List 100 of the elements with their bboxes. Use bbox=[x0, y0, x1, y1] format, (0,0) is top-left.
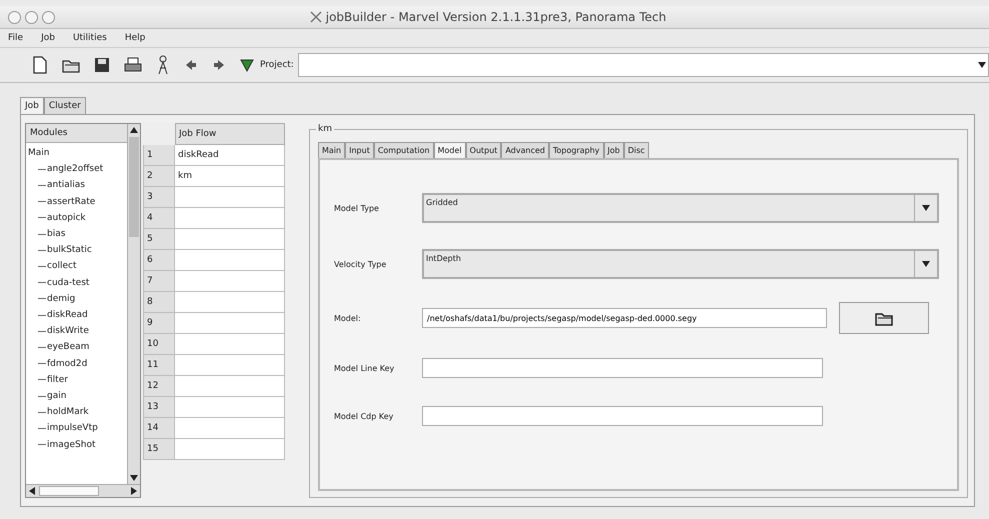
row-number: 13 bbox=[143, 397, 175, 418]
menu-item[interactable]: Help bbox=[124, 33, 146, 43]
table-cell[interactable] bbox=[175, 229, 285, 250]
column-header: Job Flow bbox=[175, 123, 285, 145]
dropdown[interactable]: Gridded bbox=[422, 193, 939, 223]
menu-item[interactable]: Utilities bbox=[72, 33, 107, 43]
tab[interactable]: Output bbox=[466, 142, 502, 159]
field-label: Model: bbox=[334, 314, 362, 322]
tab[interactable]: Job bbox=[604, 142, 624, 159]
row-number: 15 bbox=[143, 439, 175, 460]
table-cell[interactable] bbox=[175, 376, 285, 397]
tree-item[interactable]: impulseVtp bbox=[47, 420, 98, 437]
window-title: jobBuilder - Marvel Version 2.1.1.31pre3, Panorama Tech bbox=[326, 10, 666, 24]
x-logo-icon bbox=[310, 11, 322, 23]
tab[interactable]: Topography bbox=[548, 142, 604, 159]
table-cell[interactable] bbox=[175, 355, 285, 376]
menu-item[interactable]: Job bbox=[41, 33, 55, 43]
tree-item[interactable]: holdMark bbox=[47, 404, 89, 420]
tab[interactable]: Job bbox=[20, 97, 44, 115]
table-cell[interactable] bbox=[175, 271, 285, 292]
tree-item[interactable]: imageShot bbox=[47, 436, 96, 453]
row-number: 3 bbox=[143, 187, 175, 208]
tree-item[interactable]: demig bbox=[47, 290, 76, 308]
row-number: 10 bbox=[143, 334, 175, 355]
table-cell[interactable] bbox=[175, 439, 285, 460]
project-dropdown[interactable] bbox=[298, 53, 989, 77]
table-cell[interactable] bbox=[175, 418, 285, 439]
table-cell[interactable] bbox=[175, 334, 285, 355]
row-number: 1 bbox=[143, 145, 175, 166]
table-cell[interactable] bbox=[175, 187, 285, 208]
tab[interactable]: Advanced bbox=[501, 142, 549, 159]
scroll-thumb[interactable] bbox=[39, 486, 99, 496]
table-cell[interactable]: diskRead bbox=[175, 145, 285, 166]
tree-item[interactable]: bulkStatic bbox=[47, 242, 92, 258]
table-cell[interactable]: km bbox=[175, 166, 285, 187]
field-label: Model Type bbox=[334, 204, 380, 212]
row-number: 4 bbox=[143, 208, 175, 229]
tree-item[interactable]: diskWrite bbox=[47, 323, 89, 340]
forward-icon[interactable] bbox=[212, 58, 226, 72]
table-cell[interactable] bbox=[175, 250, 285, 271]
tree-item[interactable]: Main bbox=[28, 145, 127, 162]
tree-item[interactable]: cuda-test bbox=[47, 274, 90, 291]
caret-icon bbox=[978, 62, 986, 68]
input-field[interactable]: /net/oshafs/data1/bu/projects/segasp/model/segasp-ded.0000.segy bbox=[422, 308, 827, 328]
print-icon[interactable] bbox=[124, 57, 142, 73]
menu-item[interactable]: File bbox=[8, 33, 24, 43]
tree-item[interactable]: diskRead bbox=[47, 307, 88, 324]
tree-item[interactable]: filter bbox=[47, 372, 68, 388]
table-cell[interactable] bbox=[175, 313, 285, 334]
field-label: Velocity Type bbox=[334, 260, 388, 268]
tree-item[interactable]: antialias bbox=[47, 177, 85, 194]
row-number: 11 bbox=[143, 355, 175, 376]
scroll-left-icon[interactable] bbox=[29, 487, 35, 495]
table-cell[interactable] bbox=[175, 292, 285, 313]
row-number: 9 bbox=[143, 313, 175, 334]
zoom-button[interactable] bbox=[42, 10, 55, 24]
caret-icon bbox=[922, 261, 930, 267]
group-title: km bbox=[316, 124, 334, 134]
tree-item[interactable]: angle2offset bbox=[47, 161, 104, 178]
row-number: 2 bbox=[143, 166, 175, 187]
tab[interactable]: Main bbox=[318, 142, 346, 159]
tab[interactable]: Cluster bbox=[44, 97, 86, 115]
row-number: 7 bbox=[143, 271, 175, 292]
tree-item[interactable]: bias bbox=[47, 226, 66, 242]
caret-icon bbox=[922, 205, 930, 211]
vertical-scrollbar[interactable] bbox=[127, 124, 140, 484]
tab[interactable]: Computation bbox=[374, 142, 434, 159]
dropdown[interactable]: IntDepth bbox=[422, 249, 939, 279]
minimize-button[interactable] bbox=[25, 10, 38, 24]
field-label: Model Cdp Key bbox=[334, 412, 394, 420]
row-number: 12 bbox=[143, 376, 175, 397]
table-cell[interactable] bbox=[175, 208, 285, 229]
scroll-thumb[interactable] bbox=[129, 137, 139, 237]
scroll-right-icon[interactable] bbox=[131, 487, 137, 495]
column-header: Modules bbox=[26, 124, 127, 143]
scroll-up-icon[interactable] bbox=[130, 127, 138, 133]
filter-icon[interactable] bbox=[240, 58, 254, 72]
row-number: 6 bbox=[143, 250, 175, 271]
row-number: 5 bbox=[143, 229, 175, 250]
input-field[interactable] bbox=[422, 406, 823, 426]
project-label: Project: bbox=[260, 60, 294, 70]
input-field[interactable] bbox=[422, 358, 823, 378]
horizontal-scrollbar[interactable] bbox=[26, 484, 140, 497]
back-icon[interactable] bbox=[184, 58, 198, 72]
tree-item[interactable]: gain bbox=[47, 388, 66, 404]
tab[interactable]: Input bbox=[345, 142, 374, 159]
row-number: 8 bbox=[143, 292, 175, 313]
tab[interactable]: Disc bbox=[624, 142, 649, 159]
scroll-down-icon[interactable] bbox=[130, 475, 138, 481]
tree-item[interactable]: eyeBeam bbox=[47, 339, 90, 356]
tree-item[interactable]: assertRate bbox=[47, 194, 96, 210]
new-document-icon[interactable] bbox=[32, 56, 48, 74]
tree-item[interactable]: collect bbox=[47, 258, 76, 275]
browse-button[interactable] bbox=[839, 302, 929, 334]
tab[interactable]: Model bbox=[434, 142, 466, 159]
tree-item[interactable]: autopick bbox=[47, 210, 86, 226]
row-number: 14 bbox=[143, 418, 175, 439]
table-cell[interactable] bbox=[175, 397, 285, 418]
close-button[interactable] bbox=[8, 10, 21, 24]
tree-item[interactable]: fdmod2d bbox=[47, 356, 88, 372]
